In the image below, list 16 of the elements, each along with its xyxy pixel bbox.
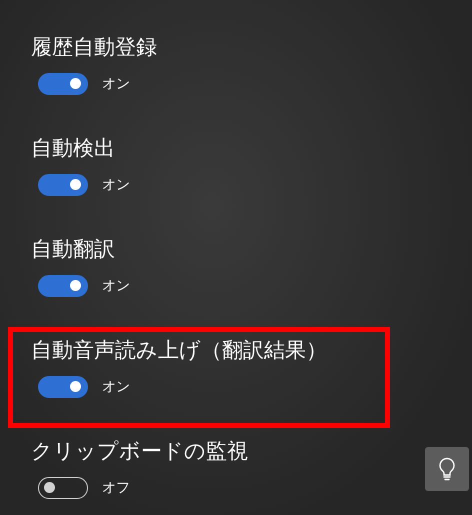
lightbulb-icon xyxy=(438,457,456,481)
setting-label: 履歴自動登録 xyxy=(31,34,157,61)
lightbulb-button[interactable] xyxy=(425,447,469,491)
setting-label: クリップボードの監視 xyxy=(31,438,248,465)
toggle-state-text: オン xyxy=(102,378,130,396)
toggle-state-text: オン xyxy=(102,176,130,194)
toggle-switch[interactable] xyxy=(38,73,88,95)
toggle-switch[interactable] xyxy=(38,174,88,196)
setting-label: 自動翻訳 xyxy=(31,236,115,263)
toggle-state-text: オン xyxy=(102,75,130,93)
toggle-state-text: オン xyxy=(102,277,130,295)
toggle-switch[interactable] xyxy=(38,376,88,398)
setting-label: 自動音声読み上げ（翻訳結果） xyxy=(31,337,327,364)
toggle-switch[interactable] xyxy=(38,275,88,297)
setting-label: 自動検出 xyxy=(31,135,115,162)
toggle-state-text: オフ xyxy=(102,479,130,497)
